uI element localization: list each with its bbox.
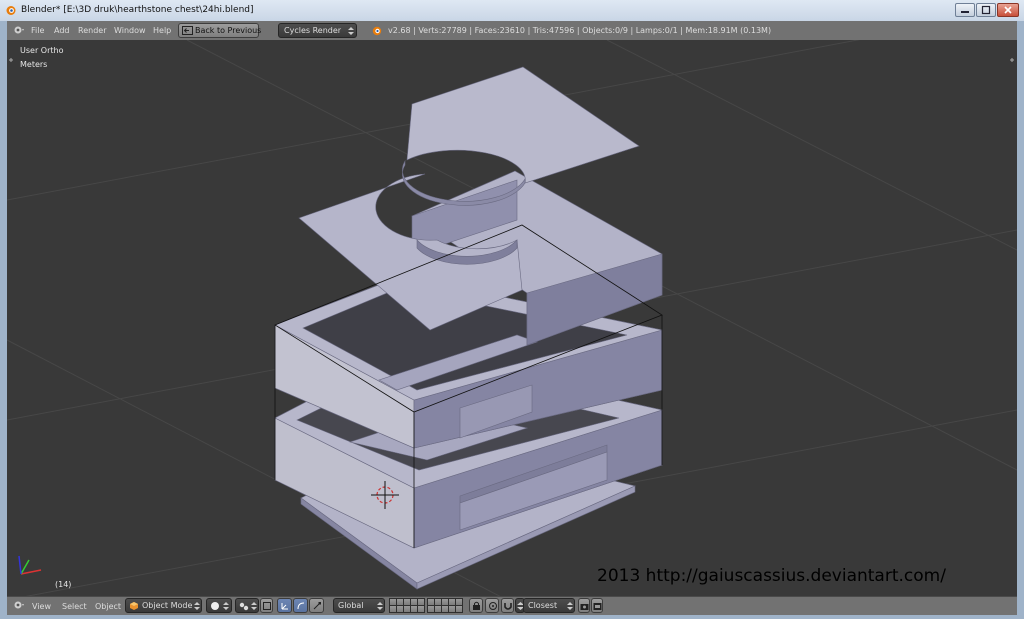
back-screen-icon — [182, 26, 193, 35]
scene-layers-group-1[interactable] — [389, 598, 427, 613]
current-frame: (14) — [55, 580, 72, 589]
manipulator-icon — [263, 602, 271, 610]
menu-object[interactable]: Object — [95, 602, 121, 611]
opengl-animation-button[interactable] — [591, 598, 603, 613]
unit-system: Meters — [20, 60, 48, 69]
scale-manipulator-button[interactable] — [309, 598, 324, 613]
properties-toggle-icon[interactable] — [1009, 57, 1015, 63]
viewport-shading-select[interactable] — [206, 598, 232, 613]
lock-icon — [473, 601, 480, 610]
3d-view-header: View Select Object Object Mode Global Cl… — [7, 596, 1017, 615]
viewport-scene — [7, 40, 1017, 596]
minimize-icon — [961, 11, 969, 13]
dropdown-arrows-icon — [348, 27, 354, 35]
toolshelf-toggle-icon[interactable] — [8, 57, 14, 63]
minimize-button[interactable] — [955, 3, 975, 17]
render-engine-select[interactable]: Cycles Render — [278, 23, 357, 38]
proportional-editing-button[interactable] — [485, 598, 499, 613]
close-icon — [1004, 6, 1012, 14]
view-name: User Ortho — [20, 46, 64, 55]
menu-window[interactable]: Window — [114, 26, 146, 35]
restore-icon — [981, 5, 991, 15]
proportional-icon — [489, 602, 497, 610]
layer-lock-button[interactable] — [469, 598, 483, 613]
window-title: Blender* [E:\3D druk\hearthstone chest\2… — [21, 5, 254, 15]
editor-type-icon[interactable] — [13, 600, 25, 611]
menu-select[interactable]: Select — [62, 602, 87, 611]
maximize-button[interactable] — [976, 3, 996, 17]
pivot-point-select[interactable] — [235, 598, 259, 613]
window-frame-right — [1017, 21, 1024, 619]
menu-add[interactable]: Add — [54, 26, 70, 35]
translate-arrow-icon — [281, 603, 288, 610]
opengl-render-button[interactable] — [578, 598, 590, 613]
menu-render[interactable]: Render — [78, 26, 106, 35]
dropdown-arrows-icon — [377, 602, 383, 610]
dropdown-arrows-icon — [251, 602, 257, 610]
render-engine-value: Cycles Render — [284, 26, 342, 35]
rotate-manipulator-button[interactable] — [293, 598, 308, 613]
film-icon — [593, 603, 602, 610]
solid-shading-icon — [211, 602, 219, 610]
dropdown-arrows-icon — [194, 602, 200, 610]
scene-statistics: v2.68 | Verts:27789 | Faces:23610 | Tris… — [388, 26, 772, 35]
menu-view[interactable]: View — [32, 602, 51, 611]
snap-target-value: Closest — [528, 601, 558, 610]
back-to-previous-label: Back to Previous — [195, 26, 262, 35]
window-titlebar: Blender* [E:\3D druk\hearthstone chest\2… — [0, 0, 1024, 22]
window-frame-left — [0, 21, 7, 619]
axis-gizmo-icon — [18, 555, 42, 575]
watermark-text: 2013 http://gaiuscassius.deviantart.com/ — [597, 566, 946, 586]
3d-viewport[interactable]: User Ortho Meters (14) — [7, 40, 1017, 596]
object-mode-icon — [130, 602, 138, 610]
pivot-icon — [239, 602, 249, 611]
snap-target-select[interactable]: Closest — [523, 598, 575, 613]
dropdown-arrows-icon — [567, 602, 573, 610]
dropdown-arrows-icon — [223, 602, 229, 610]
menu-help[interactable]: Help — [153, 26, 171, 35]
orientation-value: Global — [338, 601, 364, 610]
mode-value: Object Mode — [142, 601, 193, 610]
mode-select[interactable]: Object Mode — [125, 598, 202, 613]
snap-toggle-button[interactable] — [501, 598, 514, 613]
camera-icon — [580, 604, 589, 610]
close-button[interactable] — [997, 3, 1019, 17]
blender-logo-icon — [6, 6, 16, 15]
rotate-icon — [297, 602, 305, 610]
manipulator-toggle[interactable] — [260, 598, 273, 613]
blender-version-icon — [372, 26, 382, 36]
back-to-previous-button[interactable]: Back to Previous — [178, 23, 262, 38]
menu-file[interactable]: File — [31, 26, 44, 35]
scale-icon — [313, 602, 321, 610]
translate-manipulator-button[interactable] — [277, 598, 292, 613]
info-header: File Add Render Window Help Back to Prev… — [7, 21, 1017, 41]
magnet-icon — [504, 603, 512, 610]
transform-orientation-select[interactable]: Global — [333, 598, 385, 613]
chest-model — [274, 66, 664, 590]
scene-layers-group-2[interactable] — [427, 598, 465, 613]
editor-type-icon[interactable] — [13, 25, 25, 36]
